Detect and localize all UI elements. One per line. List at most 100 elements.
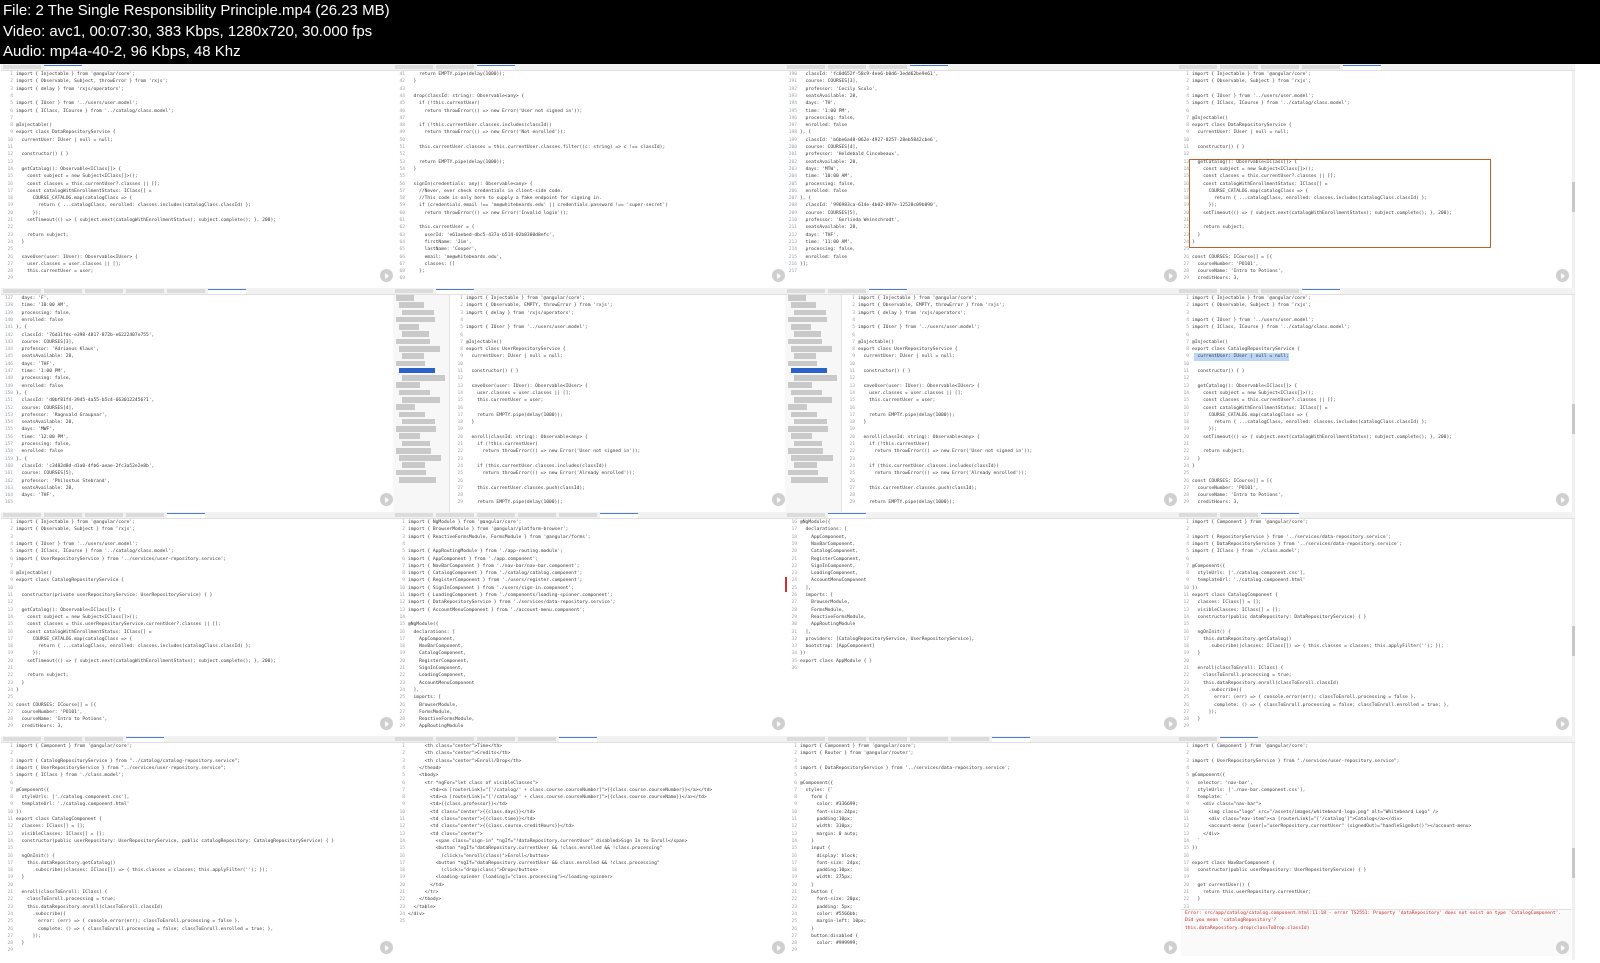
editor-tab[interactable]: [85, 289, 123, 293]
file-tree-item[interactable]: [791, 411, 817, 418]
editor-tab[interactable]: [1220, 65, 1258, 69]
file-tree-item[interactable]: [399, 367, 435, 374]
file-tree-item[interactable]: [788, 447, 823, 454]
file-tree-item[interactable]: [399, 455, 441, 461]
editor-tab[interactable]: [1343, 65, 1381, 70]
file-tree-item[interactable]: [794, 418, 827, 425]
file-tree-item[interactable]: [402, 396, 440, 403]
editor-tab[interactable]: [436, 289, 474, 294]
file-tree-item[interactable]: [791, 433, 812, 439]
editor-tab[interactable]: [869, 65, 907, 69]
play-icon[interactable]: [380, 269, 393, 282]
file-tree-item[interactable]: [396, 426, 436, 432]
editor-tab[interactable]: [869, 289, 907, 294]
editor-tab[interactable]: [787, 737, 825, 741]
file-tree-item[interactable]: [396, 447, 431, 454]
file-tree-item[interactable]: [788, 316, 827, 323]
file-tree-item[interactable]: [402, 309, 434, 316]
editor-tab[interactable]: [395, 289, 433, 293]
file-tree-item[interactable]: [791, 389, 822, 396]
file-tree-item[interactable]: [402, 418, 435, 425]
scrollbar-thumb[interactable]: [1572, 626, 1575, 656]
play-icon[interactable]: [772, 941, 785, 954]
editor-tab[interactable]: [828, 513, 866, 518]
play-icon[interactable]: [772, 269, 785, 282]
file-tree-item[interactable]: [396, 469, 426, 476]
editor-tab[interactable]: [395, 513, 433, 517]
editor-tab[interactable]: [787, 289, 825, 293]
editor-tab[interactable]: [1261, 289, 1299, 293]
play-icon[interactable]: [1556, 941, 1569, 954]
editor-tab[interactable]: [951, 737, 989, 741]
play-icon[interactable]: [1164, 941, 1177, 954]
file-tree-item[interactable]: [788, 338, 822, 345]
editor-tab[interactable]: [395, 65, 433, 69]
editor-tab[interactable]: [869, 737, 907, 741]
play-icon[interactable]: [772, 493, 785, 506]
editor-tab[interactable]: [85, 737, 123, 741]
scrollbar-thumb[interactable]: [1572, 182, 1575, 212]
play-icon[interactable]: [380, 717, 393, 730]
file-tree-item[interactable]: [788, 426, 828, 432]
editor-tab[interactable]: [126, 289, 164, 293]
editor-tab[interactable]: [44, 289, 82, 293]
code-editor[interactable]: 1 <th class="center">Time</th> 2 <th clas…: [393, 743, 791, 960]
editor-tab[interactable]: [477, 65, 515, 70]
scrollbar-thumb[interactable]: [1572, 848, 1575, 878]
editor-tab[interactable]: [477, 513, 515, 517]
file-tree-item[interactable]: [396, 360, 425, 367]
editor-tab[interactable]: [518, 737, 556, 741]
editor-tab[interactable]: [1220, 737, 1258, 742]
code-editor[interactable]: 1 import { NgModule } from '@angular/core…: [393, 519, 791, 736]
editor-tab[interactable]: [3, 65, 41, 69]
play-icon[interactable]: [380, 941, 393, 954]
code-editor[interactable]: 1 import { Injectable } from '@angular/co…: [1, 71, 399, 288]
editor-tab[interactable]: [518, 513, 556, 517]
editor-tab[interactable]: [559, 737, 597, 742]
editor-tab[interactable]: [1179, 65, 1217, 69]
editor-tab[interactable]: [828, 737, 866, 741]
file-tree-item[interactable]: [794, 309, 826, 316]
file-tree-item[interactable]: [402, 440, 430, 447]
file-tree-item[interactable]: [402, 331, 429, 337]
editor-tab[interactable]: [1261, 65, 1299, 69]
file-tree-item[interactable]: [791, 455, 833, 461]
editor-tab[interactable]: [3, 737, 41, 741]
file-tree-item[interactable]: [791, 367, 827, 374]
file-tree-item[interactable]: [794, 396, 832, 403]
editor-tab[interactable]: [910, 737, 948, 741]
vertical-scrollbar[interactable]: [1572, 295, 1575, 512]
editor-tab[interactable]: [436, 737, 474, 741]
editor-tab[interactable]: [167, 513, 205, 518]
scrollbar-thumb[interactable]: [1572, 404, 1575, 434]
editor-tab[interactable]: [3, 289, 41, 293]
editor-tab[interactable]: [3, 513, 41, 517]
code-editor[interactable]: 1 import { Component } from '@angular/cor…: [785, 743, 1183, 960]
file-tree-item[interactable]: [396, 316, 435, 323]
code-editor[interactable]: 1 import { Component } from '@angular/cor…: [1177, 519, 1575, 736]
file-tree-item[interactable]: [396, 382, 420, 388]
file-tree-item[interactable]: [794, 440, 822, 447]
vertical-scrollbar[interactable]: [1572, 743, 1575, 960]
editor-tab[interactable]: [1179, 737, 1217, 741]
editor-tab[interactable]: [1302, 65, 1340, 69]
play-icon[interactable]: [1556, 493, 1569, 506]
editor-tab[interactable]: [828, 289, 866, 293]
editor-tab[interactable]: [910, 65, 948, 70]
code-editor[interactable]: 137 days: 'F', 138 time: '10:00 AM', 139 p…: [1, 295, 399, 512]
code-editor[interactable]: 1 import { Injectable } from '@angular/co…: [1177, 295, 1575, 512]
file-tree-item[interactable]: [788, 469, 818, 476]
editor-tab[interactable]: [395, 737, 433, 741]
editor-tab[interactable]: [1179, 513, 1217, 517]
code-editor[interactable]: 41 return EMPTY.pipe(delay(1000)); 42 } 43…: [393, 71, 791, 288]
play-icon[interactable]: [1164, 717, 1177, 730]
editor-tab[interactable]: [1179, 289, 1217, 293]
file-tree-item[interactable]: [399, 433, 420, 439]
file-tree-item[interactable]: [402, 353, 424, 359]
editor-tab[interactable]: [436, 65, 474, 69]
file-tree-item[interactable]: [788, 295, 806, 301]
file-tree-item[interactable]: [791, 302, 816, 308]
file-tree-item[interactable]: [399, 302, 424, 308]
file-tree-item[interactable]: [399, 345, 440, 352]
vertical-scrollbar[interactable]: [1572, 71, 1575, 288]
